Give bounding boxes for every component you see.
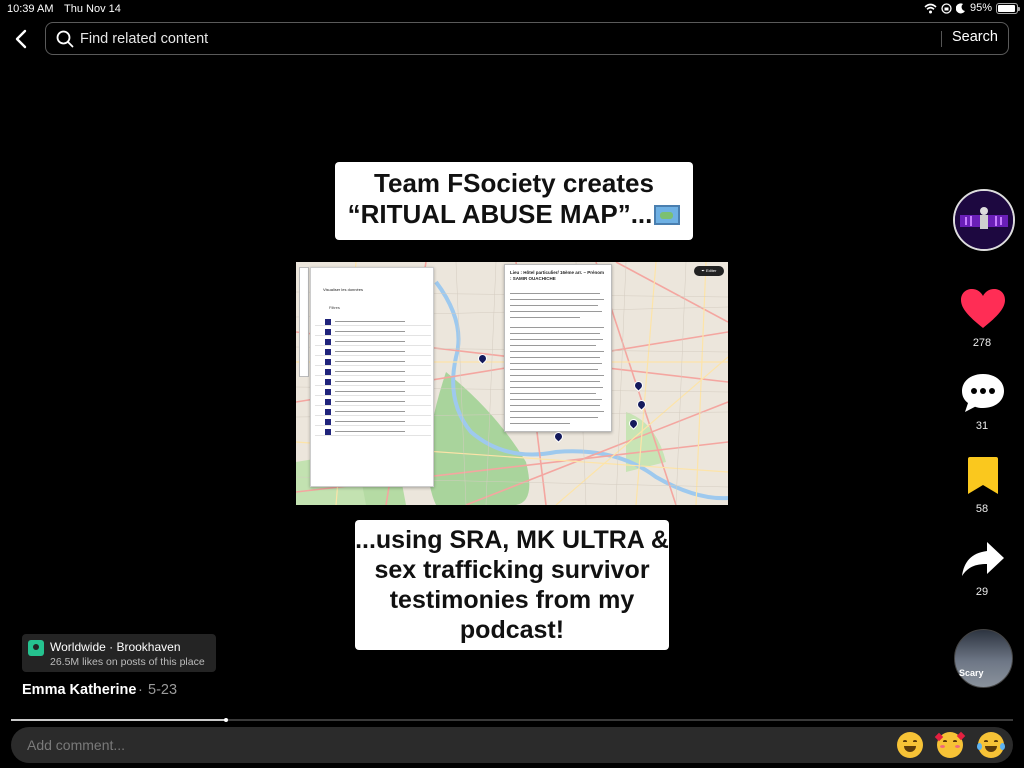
- avatar-image: [955, 191, 1013, 249]
- location-subtitle: 26.5M likes on posts of this place: [50, 656, 205, 668]
- music-label: Scary: [959, 668, 984, 678]
- share-count: 29: [975, 586, 989, 598]
- chevron-left-icon: [15, 29, 27, 49]
- battery-level: [998, 4, 1016, 12]
- search-input[interactable]: [80, 24, 930, 54]
- map-screenshot: Visualiser les données Filtres Lieu : Hô…: [296, 262, 728, 505]
- search-bar[interactable]: Search: [45, 22, 1009, 55]
- creator-avatar[interactable]: [953, 189, 1015, 251]
- map-data-panel: Visualiser les données Filtres: [310, 267, 434, 487]
- laughing-tears-emoji-button[interactable]: [977, 732, 1005, 758]
- map-panel-row: [315, 428, 431, 436]
- status-bar: 10:39 AM Thu Nov 14 95%: [0, 0, 1024, 18]
- status-indicators: 95%: [924, 2, 1020, 14]
- music-disc[interactable]: Scary: [954, 629, 1013, 688]
- bookmark-icon[interactable]: [966, 456, 1000, 496]
- location-title: Worldwide · Brookhaven: [50, 640, 181, 654]
- search-icon: [56, 30, 74, 48]
- battery-icon: [996, 2, 1020, 14]
- status-date: Thu Nov 14: [64, 3, 121, 15]
- playback-progress[interactable]: [11, 718, 1013, 722]
- comment-bubble-icon[interactable]: [960, 372, 1006, 414]
- share-arrow-icon[interactable]: [961, 541, 1005, 577]
- map-popup: Lieu : Hôtel particulier/ 16ème arr. – P…: [504, 264, 612, 432]
- caption-bottom-line-4: podcast!: [459, 616, 565, 644]
- caption-bottom-line-1: ...using SRA, MK ULTRA &: [355, 526, 669, 554]
- grinning-emoji-button[interactable]: [897, 732, 923, 758]
- map-panel-row: [315, 328, 431, 336]
- map-panel-title: Visualiser les données: [323, 287, 363, 292]
- comment-count: 31: [975, 420, 989, 432]
- map-panel-row: [315, 398, 431, 406]
- like-count: 278: [972, 337, 992, 349]
- battery-percent: 95%: [969, 2, 992, 14]
- caption-bottom: ...using SRA, MK ULTRA & sex trafficking…: [355, 520, 669, 650]
- post-date: 5-23: [148, 682, 178, 698]
- map-panel-row: [315, 318, 431, 326]
- caption-top: Team FSociety creates “RITUAL ABUSE MAP”…: [335, 162, 693, 240]
- map-panel-row: [315, 368, 431, 376]
- map-panel-row: [315, 348, 431, 356]
- lock-rotation-icon: [941, 2, 952, 14]
- smiling-hearts-emoji-button[interactable]: [934, 731, 966, 758]
- comment-bar: [11, 727, 1013, 763]
- caption-top-line-2-text: “RITUAL ABUSE MAP”...: [347, 199, 653, 229]
- map-panel-row: [315, 408, 431, 416]
- search-button[interactable]: Search: [952, 29, 998, 45]
- wifi-icon: [924, 3, 937, 13]
- playback-progress-knob[interactable]: [224, 718, 229, 722]
- map-panel-row: [315, 388, 431, 396]
- author-separator: ·: [138, 682, 143, 698]
- author-name[interactable]: Emma Katherine: [22, 682, 136, 698]
- caption-top-line-1: Team FSociety creates: [374, 168, 654, 198]
- map-panel-row: [315, 338, 431, 346]
- caption-bottom-line-2: sex trafficking survivor: [374, 556, 650, 584]
- status-time: 10:39 AM: [7, 3, 54, 15]
- map-panel-row: [315, 418, 431, 426]
- map-toolbar: [299, 267, 309, 377]
- map-panel-row: [315, 378, 431, 386]
- comment-input[interactable]: [27, 731, 847, 759]
- caption-top-line-2: “RITUAL ABUSE MAP”...: [335, 199, 693, 230]
- world-map-emoji: [654, 205, 681, 225]
- save-count: 58: [975, 503, 989, 515]
- caption-bottom-line-3: testimonies from my: [389, 586, 635, 614]
- search-divider: [941, 31, 942, 47]
- map-editor-badge: ✒ Editer: [694, 266, 724, 276]
- moon-icon: [955, 2, 965, 13]
- heart-icon[interactable]: [960, 288, 1006, 330]
- playback-progress-fill: [11, 719, 227, 721]
- location-chip[interactable]: Worldwide · Brookhaven 26.5M likes on po…: [22, 634, 216, 672]
- back-button[interactable]: [10, 27, 32, 51]
- location-pin-icon: [28, 640, 44, 656]
- map-popup-title: Lieu : Hôtel particulier/ 16ème arr. – P…: [510, 270, 605, 281]
- map-panel-filter: Filtres: [329, 305, 340, 310]
- map-panel-row: [315, 358, 431, 366]
